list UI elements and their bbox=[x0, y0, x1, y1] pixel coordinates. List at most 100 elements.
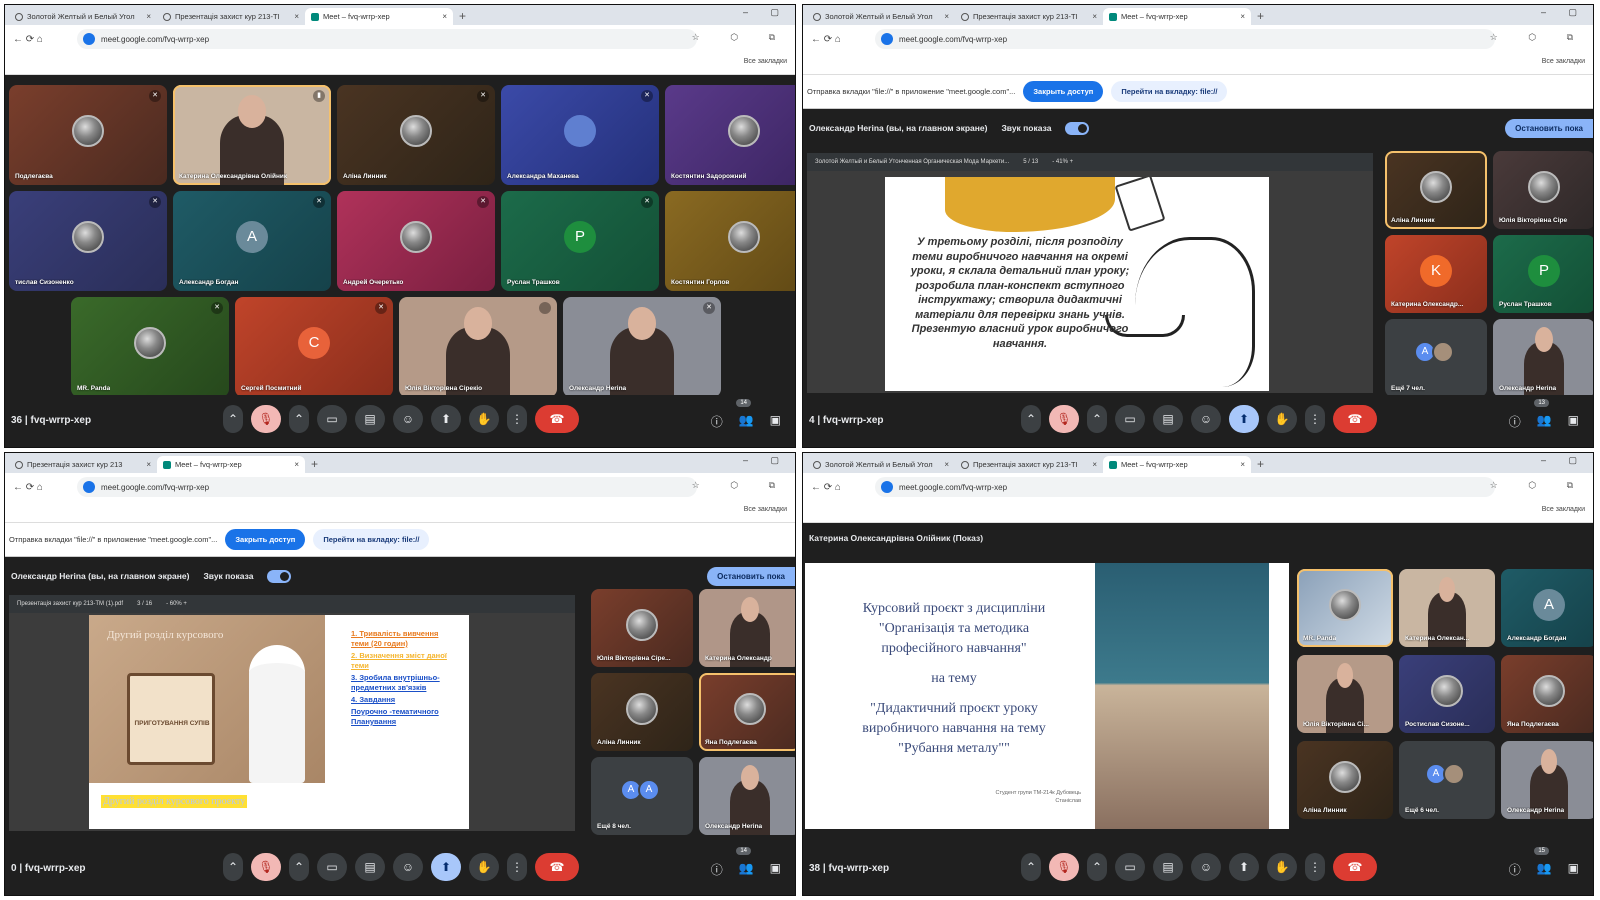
participant-tile[interactable]: Катерина Олександр bbox=[699, 589, 795, 667]
mic-off-button[interactable]: 🎙 bbox=[251, 853, 281, 881]
camera-button[interactable]: ▭ bbox=[1115, 405, 1145, 433]
all-bookmarks-button[interactable]: Все закладки bbox=[744, 506, 787, 513]
participant-tile[interactable]: P Руслан Трашков bbox=[1493, 235, 1593, 313]
participant-tile[interactable]: Аліна Линник bbox=[1385, 151, 1487, 229]
tab-close-icon[interactable]: × bbox=[146, 12, 151, 21]
tab-close-icon[interactable]: × bbox=[1240, 460, 1245, 469]
participant-tile[interactable]: ▮ Катерина Олександрівна Олійник bbox=[173, 85, 331, 185]
participant-tile[interactable]: Юлія Вікторівна Сі... bbox=[1297, 655, 1393, 733]
mic-options-button[interactable]: ⌃ bbox=[1021, 853, 1041, 881]
go-to-tab-button[interactable]: Перейти на вкладку: file:// bbox=[1111, 81, 1228, 102]
tab-close-icon[interactable]: × bbox=[442, 12, 447, 21]
present-button[interactable]: ⬆ bbox=[1229, 853, 1259, 881]
site-info-icon[interactable] bbox=[83, 33, 95, 45]
new-tab-button[interactable]: + bbox=[453, 8, 472, 25]
camera-button[interactable]: ▭ bbox=[317, 853, 347, 881]
participant-tile[interactable]: Костянтин Задорожний bbox=[665, 85, 795, 185]
site-info-icon[interactable] bbox=[881, 481, 893, 493]
tab-close-icon[interactable]: × bbox=[294, 460, 299, 469]
participant-tile[interactable]: ✕ Олександр Herіna bbox=[563, 297, 721, 397]
participant-tile[interactable]: Яна Подлегаєва bbox=[1501, 655, 1593, 733]
url-field[interactable]: meet.google.com/fvq-wrrp-xep bbox=[77, 29, 697, 49]
end-call-button[interactable]: ☎ bbox=[1333, 405, 1377, 433]
all-bookmarks-button[interactable]: Все закладки bbox=[1542, 506, 1585, 513]
participant-tile[interactable]: ✕ Александра Маханева bbox=[501, 85, 659, 185]
stop-sharing-button[interactable]: Закрыть доступ bbox=[225, 529, 306, 550]
browser-tab[interactable]: Презентація захист кур 213 × bbox=[9, 456, 157, 473]
participant-tile[interactable]: Олександр Herіna bbox=[699, 757, 795, 835]
end-call-button[interactable]: ☎ bbox=[1333, 853, 1377, 881]
more-options-button[interactable]: ⋮ bbox=[1305, 853, 1325, 881]
info-icon[interactable]: ⓘ bbox=[1509, 413, 1521, 430]
browser-tab[interactable]: Золотой Желтый и Белый Угол × bbox=[807, 456, 955, 473]
share-sound-toggle[interactable] bbox=[267, 569, 292, 583]
participant-tile[interactable]: ✕ Андрей Очеретько bbox=[337, 191, 495, 291]
people-icon[interactable]: 👥 bbox=[739, 861, 754, 878]
more-options-button[interactable]: ⋮ bbox=[1305, 405, 1325, 433]
participant-tile[interactable]: Юлія Вікторівна Сіре bbox=[1493, 151, 1593, 229]
mic-options-button[interactable]: ⌃ bbox=[223, 853, 243, 881]
mic-off-button[interactable]: 🎙 bbox=[1049, 853, 1079, 881]
participant-tile[interactable]: ✕ Аліна Линник bbox=[337, 85, 495, 185]
toolbar-icons[interactable]: ☆ ⬡ ⧉ bbox=[1490, 32, 1587, 43]
participant-tile[interactable]: A Ещё 6 чел. bbox=[1399, 741, 1495, 819]
participant-tile[interactable]: Аліна Линник bbox=[1297, 741, 1393, 819]
captions-button[interactable]: ▤ bbox=[1153, 405, 1183, 433]
browser-tab[interactable]: Презентація захист кур 213-ТІ × bbox=[955, 456, 1103, 473]
chat-icon[interactable]: ▣ bbox=[770, 861, 781, 878]
browser-tab[interactable]: Золотой Желтый и Белый Угол × bbox=[9, 8, 157, 25]
participant-tile[interactable]: A Ещё 7 чел. bbox=[1385, 319, 1487, 397]
stop-sharing-button[interactable]: Закрыть доступ bbox=[1023, 81, 1104, 102]
raise-hand-button[interactable]: ✋ bbox=[469, 405, 499, 433]
present-button[interactable]: ⬆ bbox=[431, 853, 461, 881]
stop-presenting-button[interactable]: Остановить пока bbox=[707, 566, 795, 586]
camera-button[interactable]: ▭ bbox=[1115, 853, 1145, 881]
window-controls[interactable]: – ▢ bbox=[1541, 7, 1587, 18]
chat-icon[interactable]: ▣ bbox=[1568, 413, 1579, 430]
browser-tab[interactable]: Meet – fvq-wrrp-xep × bbox=[1103, 8, 1251, 25]
participant-tile[interactable]: A A Ещё 8 чел. bbox=[591, 757, 693, 835]
captions-button[interactable]: ▤ bbox=[355, 853, 385, 881]
captions-button[interactable]: ▤ bbox=[355, 405, 385, 433]
all-bookmarks-button[interactable]: Все закладки bbox=[1542, 58, 1585, 65]
new-tab-button[interactable]: + bbox=[1251, 456, 1270, 473]
share-sound-toggle[interactable] bbox=[1065, 121, 1090, 135]
camera-button[interactable]: ▭ bbox=[317, 405, 347, 433]
participant-tile[interactable]: A Александр Богдан bbox=[1501, 569, 1593, 647]
tab-close-icon[interactable]: × bbox=[944, 12, 949, 21]
stop-presenting-button[interactable]: Остановить пока bbox=[1505, 118, 1593, 138]
mic-options-button[interactable]: ⌃ bbox=[1021, 405, 1041, 433]
emoji-button[interactable]: ☺ bbox=[1191, 853, 1221, 881]
participant-tile[interactable]: Юлія Вікторівна Сіре... bbox=[591, 589, 693, 667]
new-tab-button[interactable]: + bbox=[305, 456, 324, 473]
participant-tile[interactable]: K Катерина Олександр... bbox=[1385, 235, 1487, 313]
browser-tab[interactable]: Meet – fvq-wrrp-xep × bbox=[305, 8, 453, 25]
url-field[interactable]: meet.google.com/fvq-wrrp-xep bbox=[77, 477, 697, 497]
tab-close-icon[interactable]: × bbox=[294, 12, 299, 21]
mic-off-button[interactable]: 🎙 bbox=[1049, 405, 1079, 433]
camera-options-button[interactable]: ⌃ bbox=[289, 853, 309, 881]
present-button[interactable]: ⬆ bbox=[431, 405, 461, 433]
participant-tile[interactable]: Ростислав Сизоне... bbox=[1399, 655, 1495, 733]
participant-tile[interactable]: Олександр Herіna bbox=[1501, 741, 1593, 819]
tab-close-icon[interactable]: × bbox=[944, 460, 949, 469]
tab-close-icon[interactable]: × bbox=[146, 460, 151, 469]
raise-hand-button[interactable]: ✋ bbox=[1267, 405, 1297, 433]
navigation-icons[interactable]: ← ⟳ ⌂ bbox=[811, 34, 841, 45]
participant-tile[interactable]: ✕ Подлегаєва bbox=[9, 85, 167, 185]
url-field[interactable]: meet.google.com/fvq-wrrp-xep bbox=[875, 477, 1495, 497]
emoji-button[interactable]: ☺ bbox=[393, 405, 423, 433]
participant-tile[interactable]: Катерина Олексан... bbox=[1399, 569, 1495, 647]
participant-tile[interactable]: MR. Panda bbox=[1297, 569, 1393, 647]
mic-options-button[interactable]: ⌃ bbox=[223, 405, 243, 433]
window-controls[interactable]: – ▢ bbox=[743, 455, 789, 466]
camera-options-button[interactable]: ⌃ bbox=[1087, 853, 1107, 881]
tab-close-icon[interactable]: × bbox=[1092, 460, 1097, 469]
participant-tile[interactable]: Костянтин Горлов bbox=[665, 191, 795, 291]
participant-tile[interactable]: C ✕ Сергей Посмитний bbox=[235, 297, 393, 397]
info-icon[interactable]: ⓘ bbox=[711, 413, 723, 430]
camera-options-button[interactable]: ⌃ bbox=[1087, 405, 1107, 433]
participant-tile[interactable]: Аліна Линник bbox=[591, 673, 693, 751]
browser-tab[interactable]: Meet – fvq-wrrp-xep × bbox=[157, 456, 305, 473]
people-icon[interactable]: 👥 bbox=[1537, 861, 1552, 878]
